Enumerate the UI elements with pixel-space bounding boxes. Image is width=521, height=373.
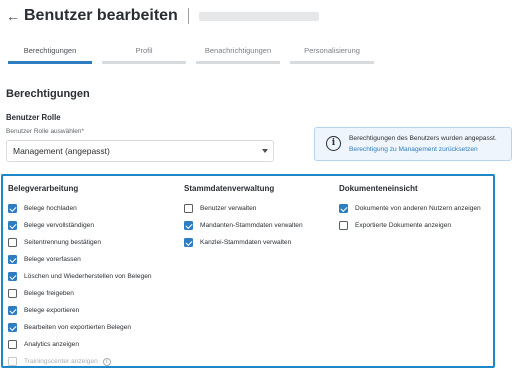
checkbox-icon[interactable]	[184, 204, 193, 213]
checkbox-label: Kanzlei-Stammdaten verwalten	[200, 239, 292, 246]
checkbox-label: Löschen und Wiederherstellen von Belegen	[24, 273, 152, 280]
checkbox-benutzer-verwalten[interactable]: Benutzer verwalten	[184, 200, 303, 217]
checkbox-label: Belege vervollständigen	[24, 222, 95, 229]
page-header: ← Benutzer bearbeiten	[6, 6, 319, 26]
column-title: Stammdatenverwaltung	[184, 184, 275, 193]
section-title: Berechtigungen	[6, 88, 90, 100]
role-select-label: Benutzer Rolle auswählen*	[6, 128, 85, 135]
column-title: Dokumenteneinsicht	[339, 184, 418, 193]
reset-permissions-link[interactable]: Berechtigung zu Management zurücksetzen	[349, 146, 478, 153]
checkbox-belege-freigeben[interactable]: Belege freigeben	[8, 285, 152, 302]
column-belegverarbeitung: Belegverarbeitung Belege hochladen Beleg…	[8, 184, 152, 370]
checkbox-label: Belege vorerfassen	[24, 256, 81, 263]
checkbox-icon[interactable]	[339, 204, 348, 213]
checkbox-label: Mandanten-Stammdaten verwalten	[200, 222, 303, 229]
checkbox-icon[interactable]	[8, 306, 17, 315]
checkbox-seitentrennung-bestaetigen[interactable]: Seitentrennung bestätigen	[8, 234, 152, 251]
checkbox-belege-vervollstaendigen[interactable]: Belege vervollständigen	[8, 217, 152, 234]
checkbox-icon[interactable]	[339, 221, 348, 230]
checkbox-icon[interactable]	[8, 289, 17, 298]
caret-down-icon	[262, 149, 268, 153]
checkbox-label: Benutzer verwalten	[200, 205, 257, 212]
column-stammdatenverwaltung: Stammdatenverwaltung Benutzer verwalten …	[184, 184, 303, 251]
checkbox-label: Seitentrennung bestätigen	[24, 239, 101, 246]
checkbox-icon[interactable]	[8, 323, 17, 332]
title-divider	[187, 8, 189, 24]
role-select-value: Management (angepasst)	[13, 146, 110, 156]
checkbox-label: Exportierte Dokumente anzeigen	[355, 222, 452, 229]
checkbox-icon[interactable]	[8, 204, 17, 213]
checkbox-icon[interactable]	[8, 340, 17, 349]
checkbox-mandanten-stammdaten[interactable]: Mandanten-Stammdaten verwalten	[184, 217, 303, 234]
tab-profil[interactable]: Profil	[102, 44, 186, 64]
checkbox-belege-exportieren[interactable]: Belege exportieren	[8, 302, 152, 319]
info-text: Berechtigungen des Benutzers wurden ange…	[349, 135, 497, 142]
tab-personalisierung[interactable]: Personalisierung	[290, 44, 374, 64]
column-dokumenteneinsicht: Dokumenteneinsicht Dokumente von anderen…	[339, 184, 481, 234]
help-circle-icon[interactable]: i	[102, 357, 111, 366]
checkbox-icon[interactable]	[8, 272, 17, 281]
checkbox-icon[interactable]	[184, 238, 193, 247]
checkbox-icon[interactable]	[184, 221, 193, 230]
checkbox-exportierte-dokumente[interactable]: Exportierte Dokumente anzeigen	[339, 217, 481, 234]
checkbox-kanzlei-stammdaten[interactable]: Kanzlei-Stammdaten verwalten	[184, 234, 303, 251]
checkbox-belege-hochladen[interactable]: Belege hochladen	[8, 200, 152, 217]
checkbox-bearbeiten-exportierte-belege[interactable]: Bearbeiten von exportierten Belegen	[8, 319, 152, 336]
permissions-panel: Belegverarbeitung Belege hochladen Beleg…	[1, 174, 495, 368]
arrow-left-icon[interactable]: ←	[6, 8, 20, 24]
column-title: Belegverarbeitung	[8, 184, 79, 193]
redacted-user-name	[198, 11, 319, 21]
checkbox-icon[interactable]	[8, 238, 17, 247]
tab-berechtigungen[interactable]: Berechtigungen	[8, 44, 92, 64]
checkbox-trainingscenter-anzeigen: Trainingscenter anzeigen i	[8, 353, 152, 370]
role-select[interactable]: Management (angepasst)	[6, 140, 274, 162]
role-heading: Benutzer Rolle	[6, 113, 61, 122]
checkbox-label: Belege exportieren	[24, 307, 80, 314]
info-banner: i Berechtigungen des Benutzers wurden an…	[314, 127, 512, 161]
checkbox-analytics-anzeigen[interactable]: Analytics anzeigen	[8, 336, 152, 353]
checkbox-dokumente-andere-nutzer[interactable]: Dokumente von anderen Nutzern anzeigen	[339, 200, 481, 217]
checkbox-icon[interactable]	[8, 255, 17, 264]
checkbox-label: Analytics anzeigen	[24, 341, 79, 348]
tab-bar: Berechtigungen Profil Benachrichtigungen…	[8, 44, 384, 64]
checkbox-belege-vorerfassen[interactable]: Belege vorerfassen	[8, 251, 152, 268]
checkbox-loeschen-wiederherstellen[interactable]: Löschen und Wiederherstellen von Belegen	[8, 268, 152, 285]
checkbox-icon[interactable]	[8, 221, 17, 230]
tab-benachrichtigungen[interactable]: Benachrichtigungen	[196, 44, 280, 64]
checkbox-label: Dokumente von anderen Nutzern anzeigen	[355, 205, 481, 212]
checkbox-label: Bearbeiten von exportierten Belegen	[24, 324, 132, 331]
checkbox-icon	[8, 357, 17, 366]
checkbox-label: Trainingscenter anzeigen	[24, 358, 98, 365]
info-icon: i	[326, 136, 341, 151]
page-title: Benutzer bearbeiten	[24, 7, 178, 24]
checkbox-label: Belege freigeben	[24, 290, 74, 297]
checkbox-label: Belege hochladen	[24, 205, 77, 212]
